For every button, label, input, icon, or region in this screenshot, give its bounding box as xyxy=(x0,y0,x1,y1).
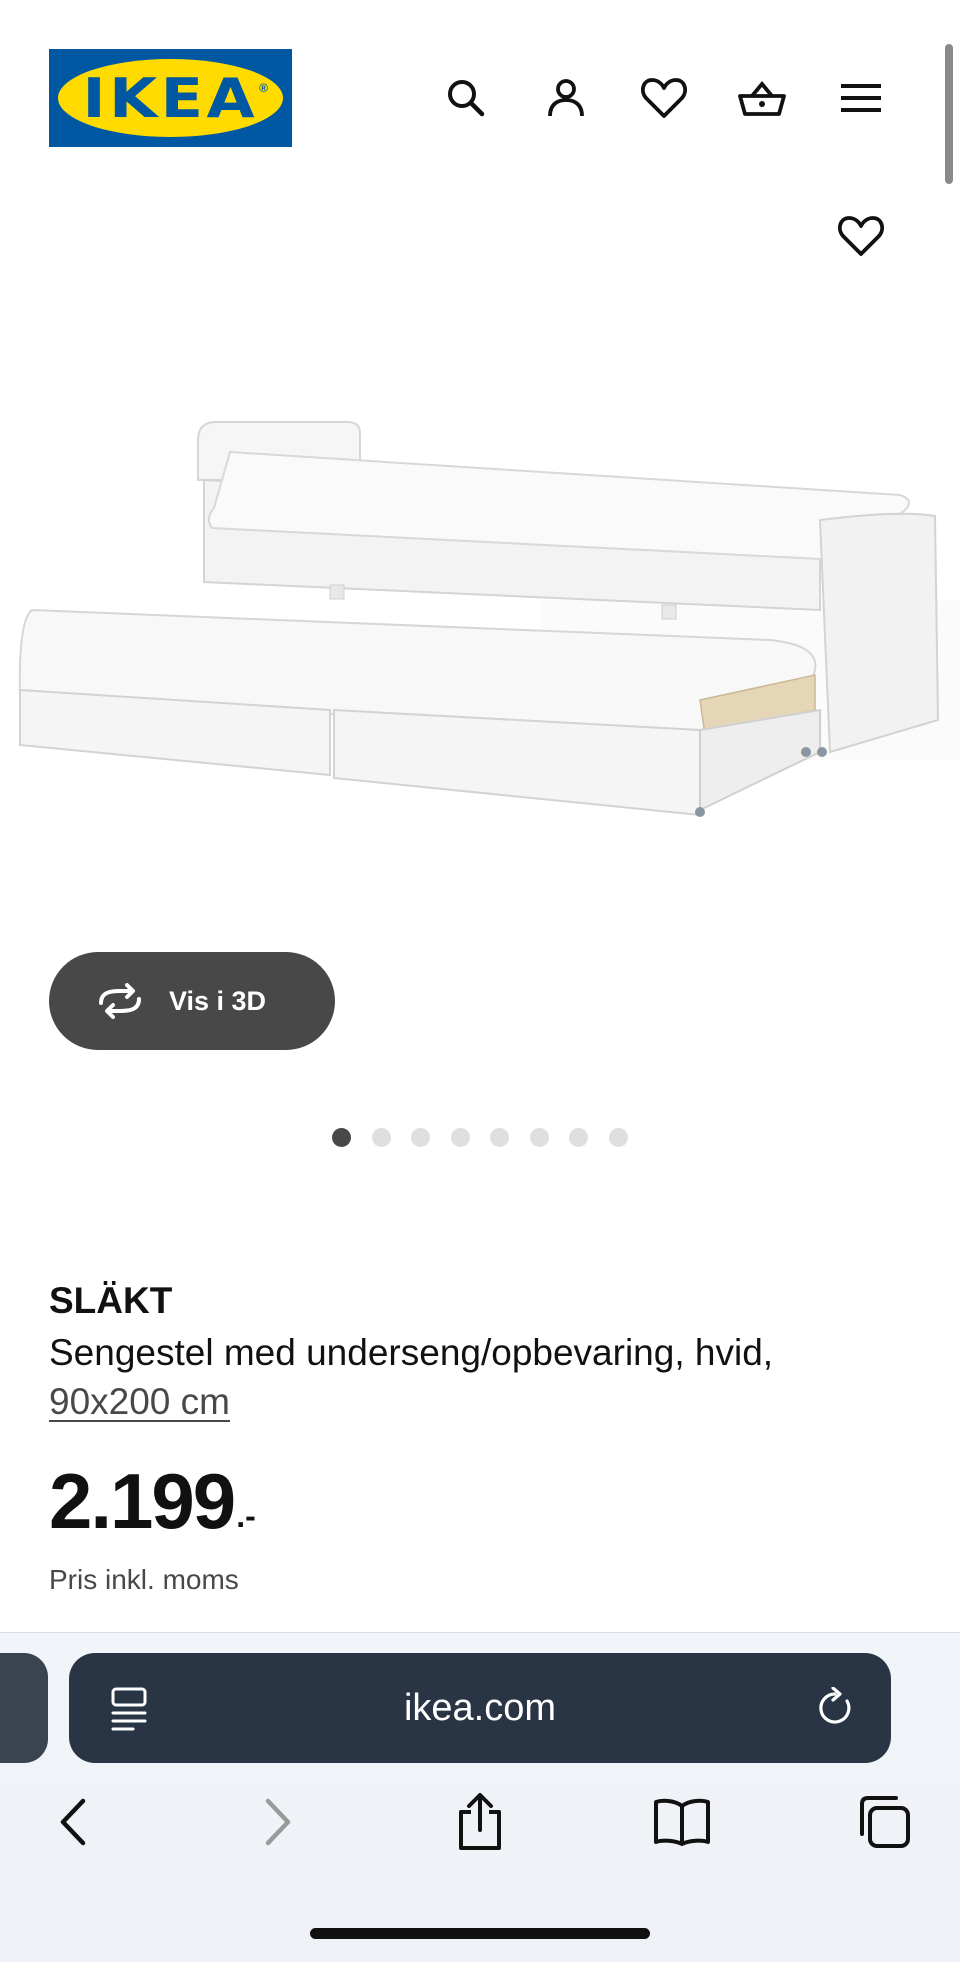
logo-oval: IKEA xyxy=(58,59,283,137)
carousel-dot[interactable] xyxy=(490,1128,509,1147)
view-in-3d-button[interactable]: Vis i 3D xyxy=(49,952,335,1050)
product-name: SLÄKT xyxy=(49,1280,173,1321)
carousel-indicator xyxy=(0,1128,960,1148)
carousel-dot[interactable] xyxy=(371,1128,391,1147)
product-description: Sengestel med underseng/opbevaring, hvid… xyxy=(49,1328,929,1426)
carousel-dot[interactable] xyxy=(569,1128,588,1147)
carousel-dot[interactable] xyxy=(529,1128,549,1147)
menu-icon[interactable] xyxy=(835,72,887,124)
rotate-3d-icon xyxy=(99,983,141,1019)
registered-mark: ® xyxy=(259,81,268,95)
address-bar[interactable]: ikea.com xyxy=(69,1653,891,1763)
page-menu-icon[interactable] xyxy=(109,1685,151,1736)
forward-icon[interactable] xyxy=(249,1792,309,1852)
search-icon[interactable] xyxy=(440,72,492,124)
product-description-text: Sengestel med underseng/opbevaring, hvid… xyxy=(49,1332,774,1373)
view-in-3d-label: Vis i 3D xyxy=(169,985,267,1016)
previous-tab-preview[interactable] xyxy=(0,1653,48,1763)
carousel-dot[interactable] xyxy=(450,1128,470,1147)
ikea-logo[interactable]: IKEA ® xyxy=(49,49,292,147)
bookmarks-icon[interactable] xyxy=(652,1792,712,1852)
price-decimal: .- xyxy=(236,1498,256,1534)
share-icon[interactable] xyxy=(450,1792,510,1852)
carousel-dot[interactable] xyxy=(411,1128,430,1147)
reload-icon[interactable] xyxy=(815,1686,855,1734)
basket-icon[interactable] xyxy=(736,72,788,124)
product-image[interactable] xyxy=(0,400,960,830)
carousel-dot[interactable] xyxy=(608,1128,628,1147)
favourites-icon[interactable] xyxy=(638,72,690,124)
page-scrollbar[interactable] xyxy=(945,44,953,184)
back-icon[interactable] xyxy=(42,1792,102,1852)
logo-text: IKEA xyxy=(82,66,259,130)
price-note: Pris inkl. moms xyxy=(49,1564,239,1595)
add-to-favourites-button[interactable] xyxy=(835,210,887,262)
carousel-dot[interactable] xyxy=(332,1128,351,1147)
account-icon[interactable] xyxy=(540,72,592,124)
url-text: ikea.com xyxy=(403,1686,557,1729)
home-indicator[interactable] xyxy=(310,1928,650,1939)
product-price: 2.199 .- xyxy=(49,1462,256,1540)
tabs-icon[interactable] xyxy=(854,1792,914,1852)
site-header: IKEA ® xyxy=(0,0,960,190)
heart-icon xyxy=(837,216,885,256)
product-size-link[interactable]: 90x200 cm xyxy=(49,1377,929,1426)
price-integer: 2.199 xyxy=(49,1457,236,1545)
